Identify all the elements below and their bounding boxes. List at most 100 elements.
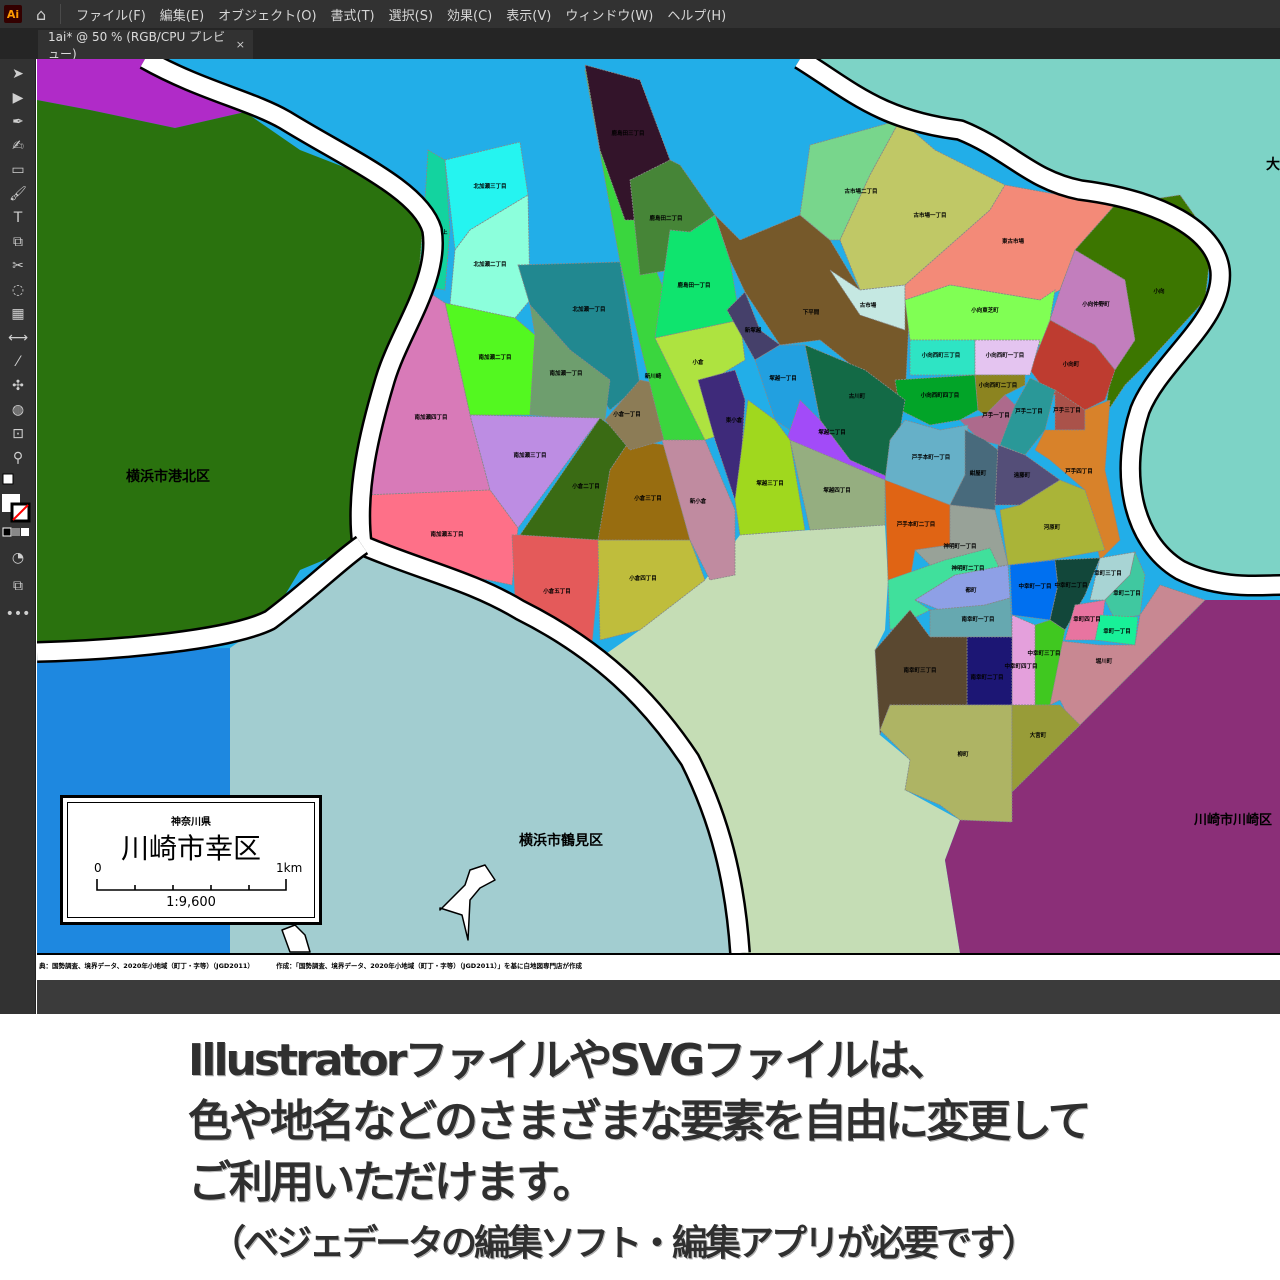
kohoku-ward-label: 横浜市港北区 — [126, 468, 210, 485]
district-label: 小向東芝町 — [971, 306, 999, 314]
scale-km: 1km — [276, 861, 303, 875]
pen-tool-icon[interactable]: ✒ — [0, 110, 36, 134]
illustrator-logo: Ai — [4, 5, 22, 23]
home-icon[interactable]: ⌂ — [36, 5, 46, 24]
gradient-tool-icon[interactable]: ▦ — [0, 302, 36, 326]
zoom-tool-icon[interactable]: ⚲ — [0, 446, 36, 470]
district-label: 小向町 — [1063, 360, 1080, 368]
district-label: 塚越一丁目 — [769, 374, 797, 382]
lasso-tool-icon[interactable]: ◌ — [0, 278, 36, 302]
tsurumi-ward-label: 横浜市鶴見区 — [519, 832, 603, 849]
district-label: 小向西町一丁目 — [986, 351, 1025, 359]
menu-item[interactable]: 効果(C) — [440, 5, 499, 24]
menu-item[interactable]: ウィンドウ(W) — [558, 5, 660, 24]
district-label: 都町 — [964, 586, 977, 594]
district-label: 新小倉 — [690, 497, 707, 505]
district-label: 小倉四丁目 — [629, 574, 657, 582]
district-label: 北加瀬一丁目 — [572, 305, 605, 313]
draw-mode-icon[interactable]: ◔ — [0, 544, 36, 572]
district-label: 鹿島田一丁目 — [676, 281, 710, 289]
menu-item[interactable]: ヘルプ(H) — [660, 5, 733, 24]
scale-bar — [96, 879, 287, 891]
district-label: 戸手三丁目 — [1053, 406, 1081, 414]
menu-item[interactable]: 選択(S) — [382, 5, 440, 24]
district-label: 南加瀬三丁目 — [513, 451, 546, 459]
scale-tool-icon[interactable]: ⧉ — [0, 230, 36, 254]
district-label: 神明町一丁目 — [943, 542, 976, 550]
artboard-tool-icon[interactable]: ⊡ — [0, 422, 36, 446]
district-label: 幸町一丁目 — [1103, 627, 1131, 635]
district-label: 戸手本町二丁目 — [897, 520, 936, 528]
menu-item[interactable]: 書式(T) — [324, 5, 382, 24]
district-label: 神明町二丁目 — [951, 564, 984, 572]
district-label: 小向西町二丁目 — [979, 381, 1018, 389]
district-label: 塚越三丁目 — [756, 479, 784, 487]
district-label: 小倉二丁目 — [572, 482, 600, 490]
district-label: 幸町四丁目 — [1073, 615, 1101, 623]
eyedropper-tool-icon[interactable]: ⁄ — [0, 350, 36, 374]
fill-stroke-swatch[interactable] — [0, 470, 35, 544]
map-footer: 典：国勢調査、境界データ、2020年小地域（町丁・字等）（JGD2011） 作成… — [37, 953, 1280, 980]
menu-item[interactable]: ファイル(F) — [69, 5, 153, 24]
district-area — [1011, 614, 1036, 706]
district-label: 塚越二丁目 — [818, 428, 846, 436]
shape-builder-tool-icon[interactable]: ◍ — [0, 398, 36, 422]
direct-selection-tool-icon[interactable]: ▶ — [0, 86, 36, 110]
district-label: 戸手二丁目 — [1015, 407, 1043, 415]
scale-ratio: 1:9,600 — [166, 895, 216, 910]
caption-line-1: IllustratorファイルやSVGファイルは、 — [188, 1035, 951, 1086]
selection-tool-icon[interactable]: ➤ — [0, 62, 36, 86]
district-label: 新川崎 — [645, 372, 662, 380]
source-text: 典：国勢調査、境界データ、2020年小地域（町丁・字等）（JGD2011） — [39, 962, 254, 970]
district-label: 中幸町一丁目 — [1018, 582, 1051, 590]
document-tab-bar: 1ai* @ 50 % (RGB/CPU プレビュー) × — [0, 28, 1280, 61]
district-label: 南加瀬二丁目 — [478, 353, 511, 361]
district-label: 小倉五丁目 — [543, 587, 571, 595]
district-label: 小向 — [1153, 287, 1165, 295]
menu-item[interactable]: オブジェクト(O) — [211, 5, 323, 24]
tools-panel: ➤ ▶ ✒ ✍ ▭ 🖌 T ⧉ ✂ ◌ ▦ ⟷ ⁄ ✣ ◍ ⊡ ⚲ ◔ ⧉ ••• — [0, 59, 36, 1014]
district-label: 古川町 — [849, 392, 866, 400]
close-icon[interactable]: × — [236, 38, 245, 51]
district-label: 南幸町一丁目 — [961, 615, 994, 623]
menu-bar: Ai ⌂ ファイル(F) 編集(E) オブジェクト(O) 書式(T) 選択(S) 効果(C… — [0, 0, 1280, 28]
district-label: 河原町 — [1044, 523, 1061, 531]
district-label: 小倉三丁目 — [634, 494, 662, 502]
puppet-warp-tool-icon[interactable]: ✣ — [0, 374, 36, 398]
district-label: 鹿島田三丁目 — [610, 129, 644, 137]
district-label: 戸手本町一丁目 — [912, 453, 951, 461]
district-label: 小向仲野町 — [1082, 300, 1110, 308]
kawasaki-ward-label: 川崎市川崎区 — [1193, 812, 1272, 828]
document-tab-title: 1ai* @ 50 % (RGB/CPU プレビュー) — [48, 29, 226, 61]
more-tools-icon[interactable]: ••• — [0, 600, 36, 628]
canvas-bottom — [37, 980, 1280, 1014]
caption: IllustratorファイルやSVGファイルは、 色や地名などのさまざまな要素… — [188, 1030, 1092, 1275]
district-label: 北加瀬三丁目 — [473, 182, 506, 190]
width-tool-icon[interactable]: ⟷ — [0, 326, 36, 350]
district-label: 南加瀬五丁目 — [430, 530, 463, 538]
district-label: 東古市場 — [1002, 237, 1025, 245]
type-tool-icon[interactable]: T — [0, 206, 36, 230]
credit-text: 作成：「国勢調査、境界データ、2020年小地域（町丁・字等）（JGD2011）」… — [276, 962, 583, 970]
district-label: 南加瀬四丁目 — [414, 413, 447, 421]
screen-mode-icon[interactable]: ⧉ — [0, 572, 36, 600]
district-label: 中幸町二丁目 — [1054, 581, 1087, 589]
menu-item[interactable]: 編集(E) — [153, 5, 211, 24]
caption-line-2: 色や地名などのさまざまな要素を自由に変更して — [188, 1096, 1092, 1147]
district-label: 中幸町三丁目 — [1027, 649, 1060, 657]
curvature-tool-icon[interactable]: ✍ — [0, 134, 36, 158]
district-area — [1009, 559, 1059, 621]
paintbrush-tool-icon[interactable]: 🖌 — [0, 182, 36, 206]
district-label: 古市場一丁目 — [913, 211, 946, 219]
rectangle-tool-icon[interactable]: ▭ — [0, 158, 36, 182]
document-tab[interactable]: 1ai* @ 50 % (RGB/CPU プレビュー) × — [38, 29, 253, 61]
district-label: 堀川町 — [1096, 657, 1113, 665]
district-label: 柳町 — [957, 750, 969, 758]
district-label: 鹿島田二丁目 — [648, 214, 682, 222]
scissors-tool-icon[interactable]: ✂ — [0, 254, 36, 278]
menu-item[interactable]: 表示(V) — [499, 5, 558, 24]
district-label: 南幸町三丁目 — [903, 666, 936, 674]
district-label: 遠藤町 — [1014, 471, 1031, 479]
district-label: 幸町三丁目 — [1094, 569, 1122, 577]
district-label: 東小倉 — [726, 416, 743, 424]
